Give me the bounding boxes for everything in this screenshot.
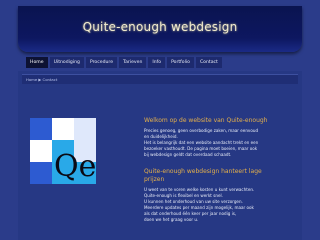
logo-tile xyxy=(74,118,96,140)
heading-prices-line2: prijzen xyxy=(144,176,165,183)
nav-item-info[interactable]: Info xyxy=(148,57,166,68)
body-line: doen we het graag voor u. xyxy=(144,217,199,222)
banner: Quite-enough webdesign xyxy=(18,6,302,52)
logo-tile xyxy=(30,140,52,162)
header: Quite-enough webdesign xyxy=(0,0,320,56)
main-content-area: Home ▶ Contact Qe Welkom op de website v… xyxy=(18,71,302,240)
heading-prices: Quite-enough webdesign hanteert lage pri… xyxy=(144,168,302,184)
logo-image: Qe xyxy=(30,118,96,184)
breadcrumb-bar: Home ▶ Contact xyxy=(22,74,298,84)
nav-item-portfolio[interactable]: Portfolio xyxy=(167,57,194,68)
heading-prices-line1: Quite-enough webdesign hanteert lage xyxy=(144,168,262,175)
main-nav: Home Uitnodiging Procedure Tarieven Info… xyxy=(26,57,222,68)
logo-tile xyxy=(30,162,52,184)
nav-item-procedure[interactable]: Procedure xyxy=(85,57,118,68)
logo-tile xyxy=(52,118,74,140)
logo-text: Qe xyxy=(54,149,96,184)
logo-tile xyxy=(30,118,52,140)
nav-item-home[interactable]: Home xyxy=(26,57,48,68)
nav-item-uitnodiging[interactable]: Uitnodiging xyxy=(49,57,84,68)
heading-welcome: Welkom op de website van Quite-enough xyxy=(144,117,268,124)
content-column: Welkom op de website van Quite-enough Pr… xyxy=(144,117,302,223)
nav-item-contact[interactable]: Contact xyxy=(195,57,222,68)
site-title: Quite-enough webdesign xyxy=(82,20,238,34)
breadcrumb[interactable]: Home ▶ Contact xyxy=(26,77,57,82)
nav-item-tarieven[interactable]: Tarieven xyxy=(119,57,147,68)
